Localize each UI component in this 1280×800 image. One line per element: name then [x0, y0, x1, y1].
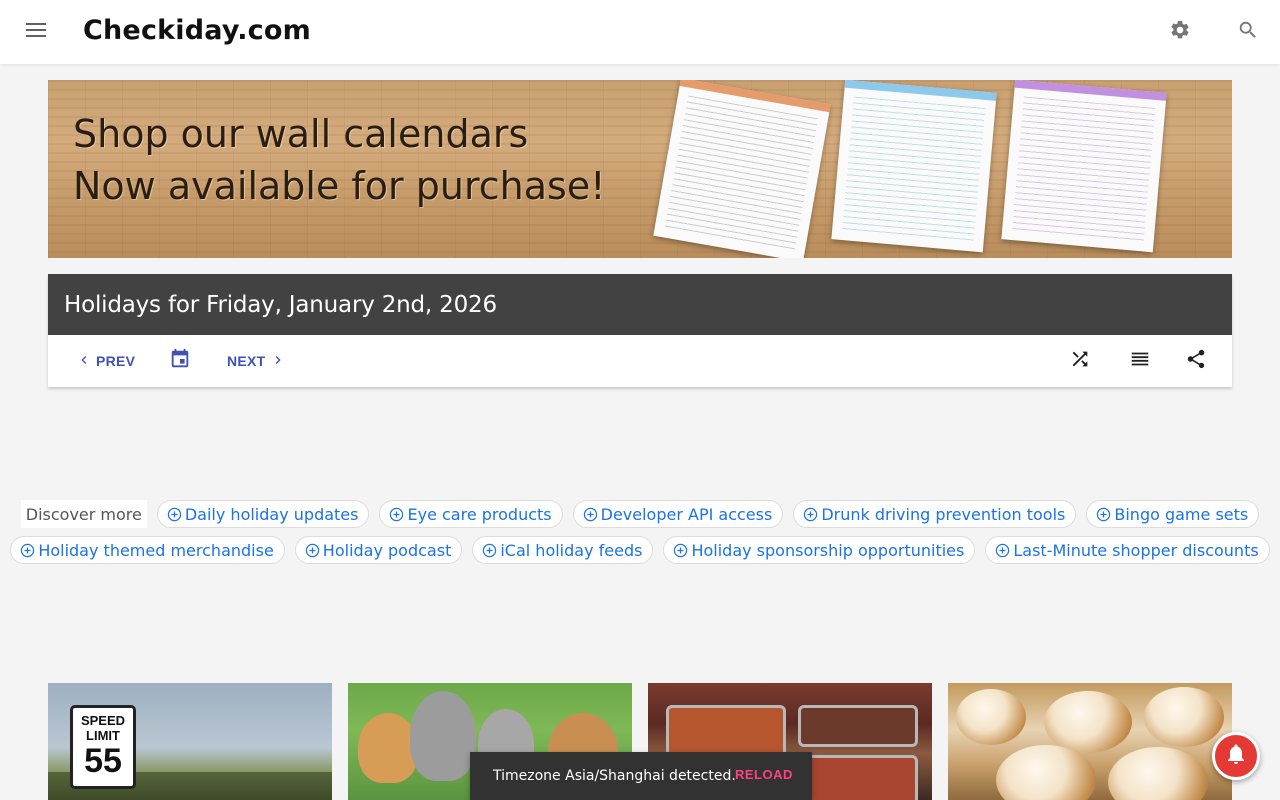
- holiday-thumbnail-cream-puffs[interactable]: [948, 683, 1232, 800]
- list-view-button[interactable]: [1126, 347, 1154, 375]
- list-icon: [1129, 348, 1151, 375]
- discover-chip[interactable]: Holiday sponsorship opportunities: [663, 536, 976, 564]
- date-card-header: Holidays for Friday, January 2nd, 2026: [48, 274, 1232, 335]
- menu-button[interactable]: [20, 16, 52, 48]
- chip-label: Holiday podcast: [322, 540, 452, 560]
- add-circle-icon: [167, 507, 182, 522]
- gear-icon: [1169, 19, 1191, 46]
- date-picker-button[interactable]: [166, 347, 194, 375]
- cream-puff-image: [956, 689, 1026, 745]
- random-holiday-button[interactable]: [1066, 347, 1094, 375]
- search-icon: [1237, 19, 1259, 46]
- chip-label: Daily holiday updates: [184, 504, 359, 524]
- wall-calendar-banner[interactable]: Shop our wall calendars Now available fo…: [48, 80, 1232, 258]
- kitten-image: [358, 713, 418, 783]
- food-tray-image: [798, 755, 918, 800]
- discover-more-label: Discover more: [20, 500, 147, 528]
- share-button[interactable]: [1182, 347, 1210, 375]
- settings-button[interactable]: [1164, 16, 1196, 48]
- chip-label: Eye care products: [407, 504, 552, 524]
- banner-headline: Shop our wall calendars: [73, 112, 529, 156]
- chevron-right-icon: [270, 352, 286, 371]
- add-circle-icon: [389, 507, 404, 522]
- date-card: Holidays for Friday, January 2nd, 2026 P…: [48, 274, 1232, 387]
- reload-button[interactable]: RELOAD: [735, 767, 793, 782]
- kitten-image: [410, 691, 476, 781]
- sign-text-speed: SPEED: [80, 713, 126, 728]
- chip-label: Drunk driving prevention tools: [821, 504, 1066, 524]
- discover-chip[interactable]: Eye care products: [379, 500, 563, 528]
- add-circle-icon: [1096, 507, 1111, 522]
- timezone-snackbar: Timezone Asia/Shanghai detected. RELOAD: [470, 752, 812, 800]
- add-circle-icon: [995, 543, 1010, 558]
- food-tray-image: [798, 705, 918, 747]
- add-circle-icon: [673, 543, 688, 558]
- discover-chip[interactable]: Holiday podcast: [294, 536, 463, 564]
- search-button[interactable]: [1232, 16, 1264, 48]
- share-icon: [1185, 348, 1207, 375]
- chevron-left-icon: [76, 352, 92, 371]
- sign-number: 55: [84, 742, 122, 780]
- cream-puff-image: [1108, 747, 1208, 800]
- calendar-icon: [169, 348, 191, 375]
- chip-row: Discover more Daily holiday updates Eye …: [0, 500, 1280, 528]
- top-app-bar: Checkiday.com: [0, 0, 1280, 64]
- discover-chip[interactable]: Bingo game sets: [1086, 500, 1260, 528]
- notification-bell-button[interactable]: [1212, 732, 1260, 780]
- menu-icon: [25, 22, 47, 43]
- chip-label: Developer API access: [600, 504, 773, 524]
- banner-subheadline: Now available for purchase!: [73, 164, 606, 208]
- speed-limit-sign: SPEED LIMIT 55: [70, 705, 136, 789]
- discover-chip[interactable]: Last-Minute shopper discounts: [985, 536, 1270, 564]
- site-logo[interactable]: Checkiday.com: [83, 15, 311, 46]
- date-card-actions: PREV NEXT: [48, 335, 1232, 387]
- prev-label: PREV: [96, 353, 136, 369]
- prev-day-button[interactable]: PREV: [76, 345, 135, 377]
- discover-chip[interactable]: iCal holiday feeds: [472, 536, 654, 564]
- chip-label: Last-Minute shopper discounts: [1013, 540, 1259, 560]
- chip-label: iCal holiday feeds: [500, 540, 643, 560]
- chip-label: Bingo game sets: [1114, 504, 1249, 524]
- chip-row: Holiday themed merchandise Holiday podca…: [0, 536, 1280, 564]
- add-circle-icon: [482, 543, 497, 558]
- discover-chip[interactable]: Developer API access: [572, 500, 784, 528]
- add-circle-icon: [803, 507, 818, 522]
- discover-chip[interactable]: Holiday themed merchandise: [10, 536, 285, 564]
- calendar-image: [653, 80, 831, 258]
- chip-label: Holiday themed merchandise: [38, 540, 274, 560]
- calendar-image: [831, 80, 997, 253]
- calendar-image: [1001, 80, 1167, 253]
- add-circle-icon: [583, 507, 598, 522]
- add-circle-icon: [305, 543, 320, 558]
- chip-label: Holiday sponsorship opportunities: [691, 540, 965, 560]
- snackbar-message: Timezone Asia/Shanghai detected.: [493, 768, 736, 784]
- discover-chip[interactable]: Daily holiday updates: [156, 500, 370, 528]
- sign-text-limit: LIMIT: [86, 728, 120, 743]
- page-title: Holidays for Friday, January 2nd, 2026: [64, 291, 497, 318]
- next-label: NEXT: [227, 353, 266, 369]
- holiday-thumbnail-speed-limit[interactable]: SPEED LIMIT 55: [48, 683, 332, 800]
- next-day-button[interactable]: NEXT: [227, 345, 286, 377]
- discover-more-section: Discover more Daily holiday updates Eye …: [0, 500, 1280, 572]
- bell-icon: [1224, 742, 1248, 771]
- shuffle-icon: [1069, 348, 1091, 375]
- cream-puff-image: [1044, 691, 1132, 753]
- add-circle-icon: [20, 543, 35, 558]
- discover-chip[interactable]: Drunk driving prevention tools: [793, 500, 1077, 528]
- cream-puff-image: [996, 745, 1096, 800]
- cream-puff-image: [1144, 687, 1224, 747]
